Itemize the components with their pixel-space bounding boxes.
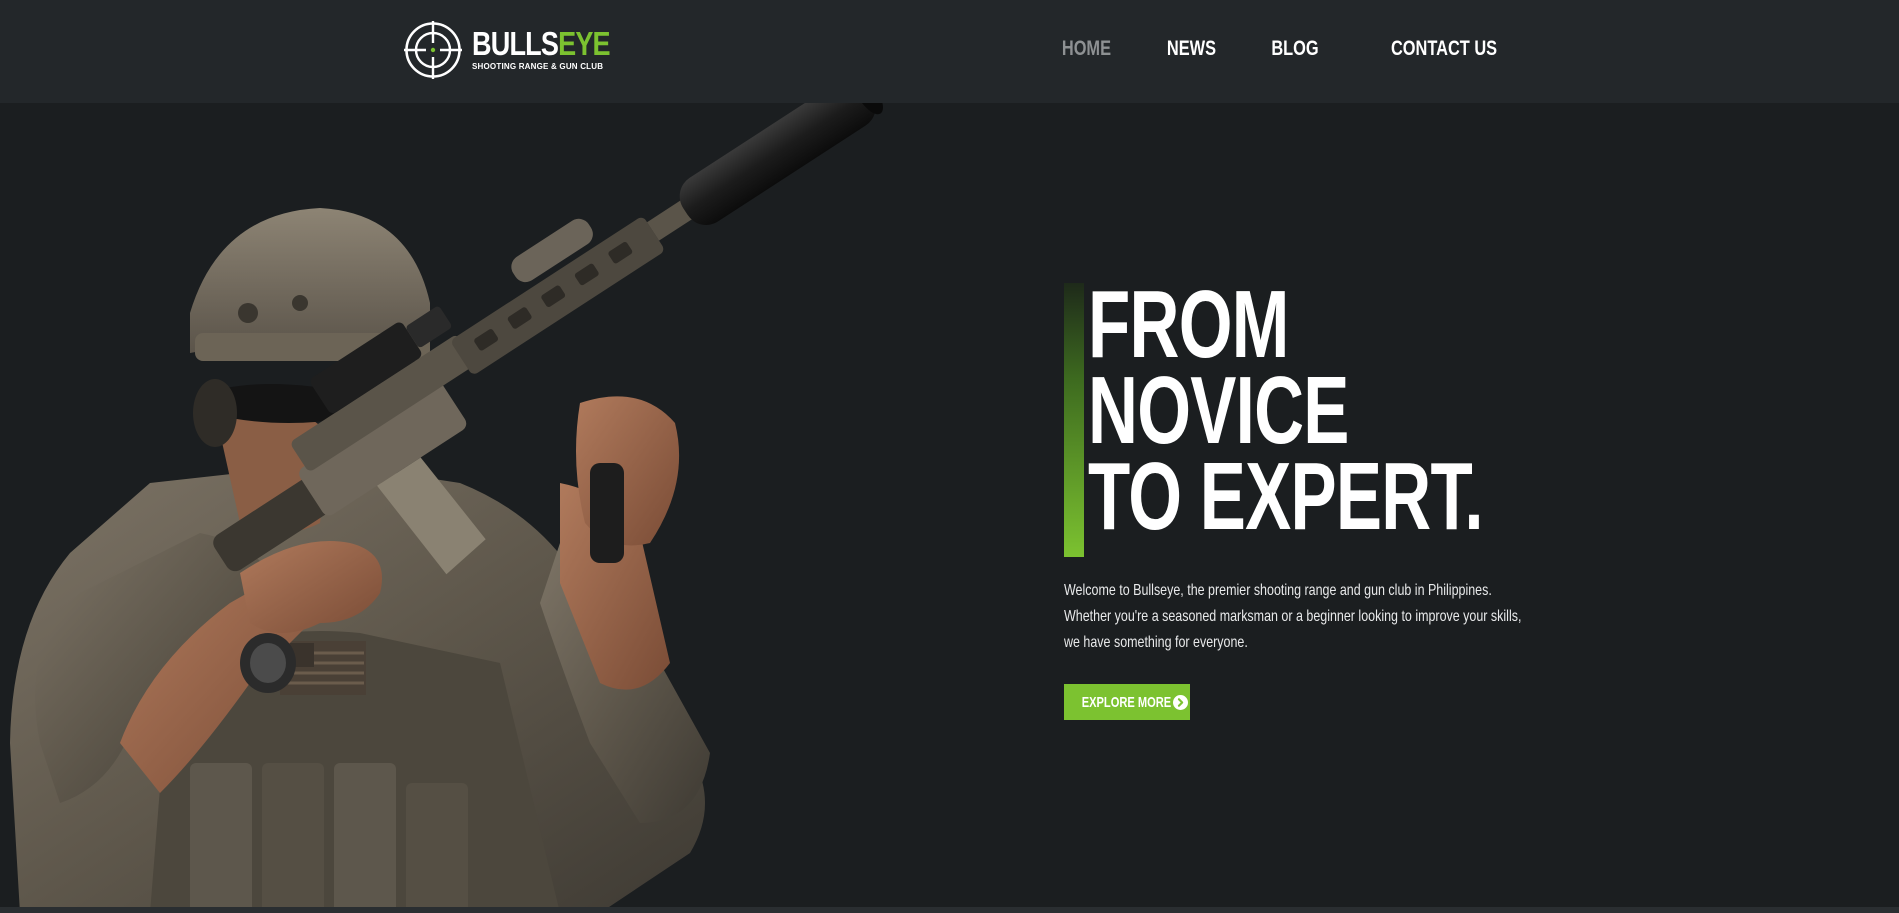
bottom-divider	[0, 907, 1899, 913]
nav-item-news[interactable]: NEWS	[1167, 36, 1216, 62]
logo-text: BULLSEYE SHOOTING RANGE & GUN CLUB	[472, 25, 640, 72]
explore-more-label: EXPLORE MORE	[1081, 693, 1172, 711]
nav-item-home[interactable]: HOME	[1062, 36, 1111, 62]
headline-accent-bar	[1064, 283, 1084, 557]
hero-headline: FROM NOVICE TO EXPERT.	[1088, 271, 1548, 550]
hero-headline-line-2: NOVICE	[1088, 357, 1349, 464]
main-nav: HOME NEWS BLOG CONTACT US	[1006, 36, 1497, 62]
hero-headline-line-3: TO EXPERT.	[1088, 443, 1484, 550]
logo-wordmark: BULLSEYE	[472, 25, 611, 62]
logo-word-main: BULLS	[472, 25, 559, 62]
crosshair-icon	[404, 21, 462, 79]
site-header: BULLSEYE SHOOTING RANGE & GUN CLUB HOME …	[0, 0, 1899, 103]
site-logo[interactable]: BULLSEYE SHOOTING RANGE & GUN CLUB	[404, 20, 640, 80]
nav-item-contact-us[interactable]: CONTACT US	[1391, 36, 1497, 62]
page: BULLSEYE SHOOTING RANGE & GUN CLUB HOME …	[0, 0, 1899, 913]
soldier-aiming-rifle-image	[10, 103, 883, 913]
hero-headline-line-1: FROM	[1088, 271, 1289, 378]
nav-item-blog[interactable]: BLOG	[1272, 36, 1319, 62]
arrow-right-circle-icon	[1172, 694, 1188, 710]
explore-more-button[interactable]: EXPLORE MORE	[1064, 684, 1190, 720]
logo-word-accent: EYE	[558, 25, 611, 62]
hero-intro-text: Welcome to Bullseye, the premier shootin…	[1064, 582, 1522, 651]
logo-tagline: SHOOTING RANGE & GUN CLUB	[472, 62, 604, 71]
